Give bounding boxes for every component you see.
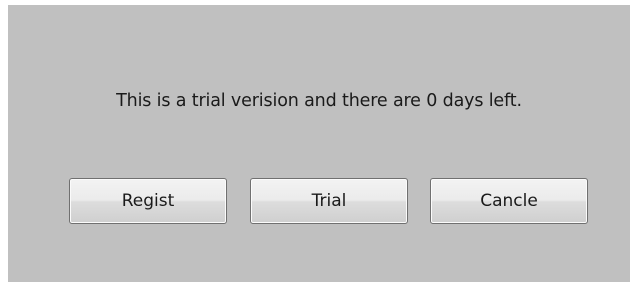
trial-button-label: Trial [311, 191, 347, 211]
cancle-button-label: Cancle [480, 191, 538, 211]
trial-button[interactable]: Trial [250, 178, 408, 224]
regist-button[interactable]: Regist [69, 178, 227, 224]
cancle-button[interactable]: Cancle [430, 178, 588, 224]
trial-message: This is a trial verision and there are 0… [116, 91, 522, 111]
regist-button-label: Regist [121, 191, 175, 211]
trial-dialog: This is a trial verision and there are 0… [8, 5, 630, 282]
